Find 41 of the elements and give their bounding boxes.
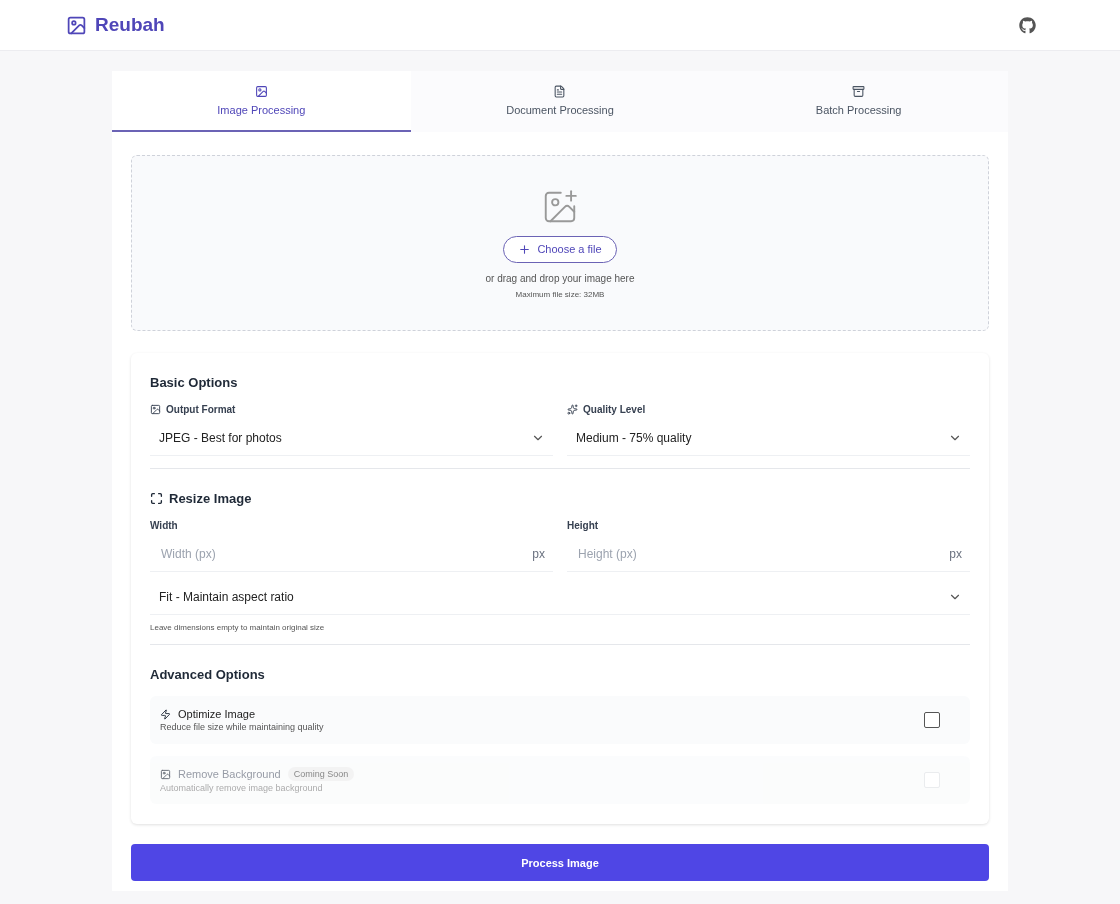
field-label: Quality Level (583, 404, 646, 415)
choose-file-button[interactable]: Choose a file (503, 235, 617, 263)
field-label: Width (150, 520, 178, 531)
file-size-limit: Maximum file size: 32MB (515, 289, 605, 299)
document-icon (553, 85, 567, 98)
unit-label: px (532, 547, 545, 561)
select-field[interactable]: Medium - 75% quality (567, 421, 970, 456)
logo-icon (66, 14, 87, 36)
tab[interactable]: Image Processing (112, 71, 411, 132)
tab[interactable]: Document Processing (410, 71, 710, 132)
process-button[interactable]: Process Image (131, 844, 989, 881)
tab[interactable]: Batch Processing (709, 71, 1008, 132)
expand-icon (150, 492, 163, 505)
option-title: Optimize Image (178, 708, 256, 720)
github-icon[interactable] (1019, 16, 1036, 34)
option-title: Remove Background (178, 768, 281, 780)
section-title: Resize Image (169, 491, 252, 506)
option-description: Reduce file size while maintaining quality (160, 722, 324, 732)
image-icon (150, 404, 161, 415)
lightning-icon (160, 708, 171, 720)
box-icon (852, 85, 866, 98)
help-text: Leave dimensions empty to maintain original size (150, 623, 326, 632)
field-label: Height (567, 520, 599, 531)
select-field[interactable]: JPEG - Best for photos (150, 421, 553, 456)
image-icon (160, 768, 171, 780)
section-title: Basic Options (150, 375, 238, 390)
coming-soon-badge: Coming Soon (287, 767, 355, 781)
sparkles-icon (567, 404, 578, 415)
unit-label: px (949, 547, 962, 561)
checkbox[interactable] (924, 712, 940, 728)
input-field[interactable]: Width (px) (159, 546, 533, 562)
input-field[interactable]: Height (px) (576, 546, 950, 562)
option-description: Automatically remove image background (160, 783, 324, 793)
plus-icon (518, 242, 532, 256)
brand-name: Reubah (95, 14, 165, 36)
drop-hint: or drag and drop your image here (485, 272, 635, 284)
field-label: Output Format (166, 404, 236, 415)
image-icon (254, 85, 268, 98)
drop-zone[interactable]: Choose a file or drag and drop your image here Maximum file size: 32MB (131, 155, 989, 331)
section-title: Advanced Options (150, 667, 265, 682)
select-field[interactable]: Fit - Maintain aspect ratio (150, 580, 970, 615)
